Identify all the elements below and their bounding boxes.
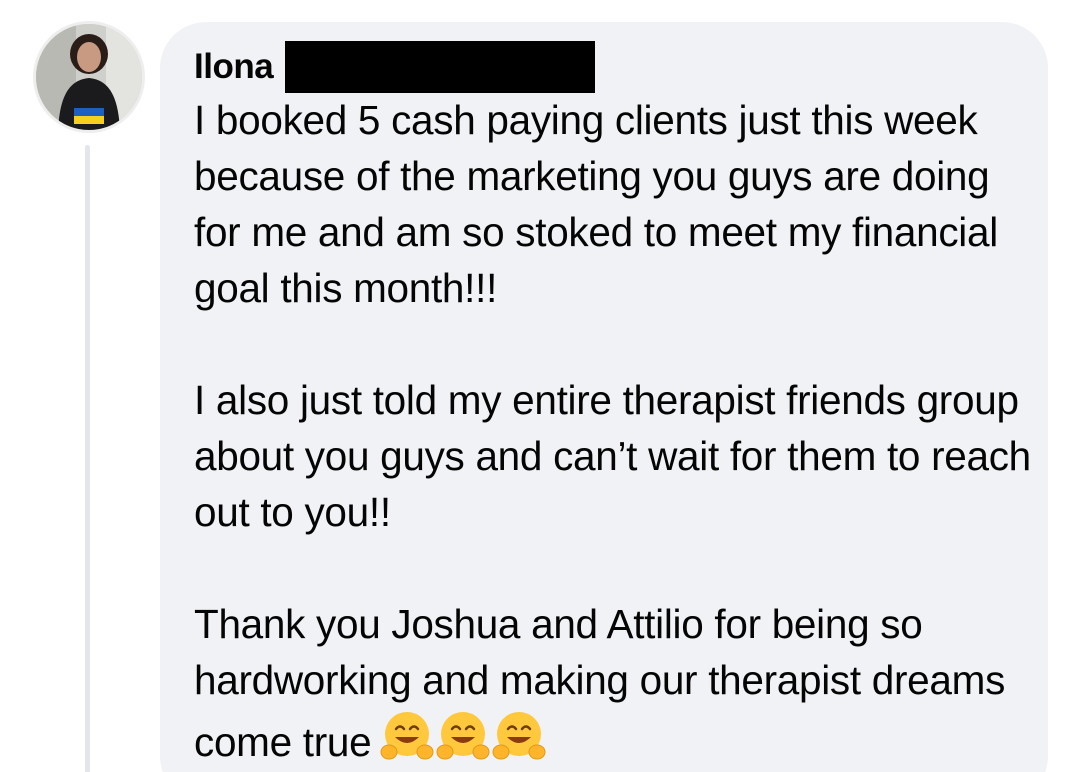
avatar[interactable] [33,21,145,133]
profile-photo-icon [36,24,142,130]
hugging-face-emoji-icon [380,712,434,760]
hugging-face-emoji-icon [436,712,490,760]
comment-body: I booked 5 cash paying clients just this… [194,92,1034,770]
emoji-group [379,708,547,764]
redacted-surname [285,41,596,93]
comment-paragraph-3: Thank you Joshua and Attilio for being s… [194,596,1034,770]
comment-paragraph-3-text: Thank you Joshua and Attilio for being s… [194,601,1006,765]
comment-header: Ilona [194,40,596,94]
author-name[interactable]: Ilona [194,40,274,94]
hugging-face-emoji-icon [492,712,546,760]
comment-paragraph-1: I booked 5 cash paying clients just this… [194,97,998,311]
comment-paragraph-2: I also just told my entire therapist fri… [194,377,1031,535]
reply-thread-line [85,145,90,772]
